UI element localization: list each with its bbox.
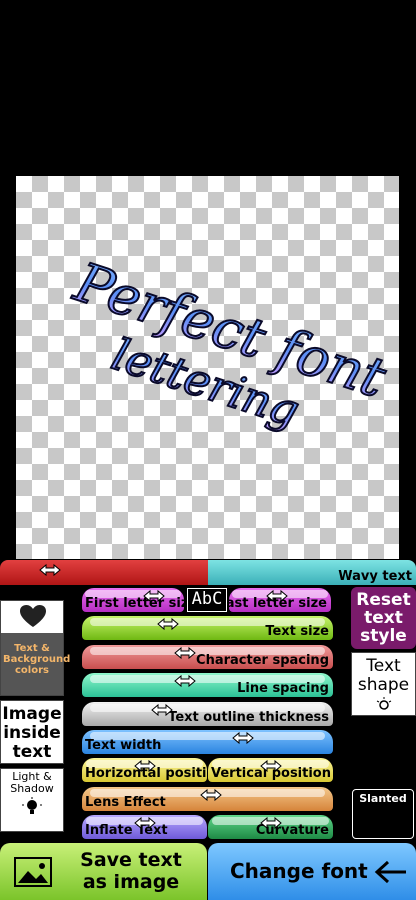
line-spacing-label: Line spacing — [237, 681, 329, 696]
horizontal-position-handle[interactable] — [133, 758, 157, 778]
text-size-slider[interactable]: Text size — [82, 616, 333, 640]
first-letter-size-label: First letter size — [85, 596, 184, 611]
image-icon — [14, 857, 52, 887]
change-font-label: Change font — [230, 859, 368, 883]
text-outline-thickness-label: Text outline thickness — [168, 710, 329, 725]
curvature-handle[interactable] — [259, 815, 283, 835]
abc-badge: AbC — [187, 588, 227, 612]
line-spacing-slider[interactable]: Line spacing — [82, 673, 333, 697]
text-size-handle[interactable] — [156, 616, 180, 636]
inflate-text-handle[interactable] — [133, 815, 157, 835]
save-text-label: Save text as image — [80, 849, 182, 893]
text-width-handle[interactable] — [231, 730, 255, 750]
change-font-button[interactable]: Change font — [208, 843, 416, 900]
wavy-text-label: Wavy text — [338, 569, 412, 584]
save-text-as-image-button[interactable]: Save text as image — [0, 843, 207, 900]
text-shape-label: Text shape — [357, 656, 410, 695]
image-inside-text-button[interactable]: Image inside text — [0, 700, 64, 764]
line-spacing-handle[interactable] — [173, 673, 197, 693]
text-width-slider[interactable]: Text width — [82, 730, 333, 754]
shape-gear-icon — [376, 697, 391, 710]
text-shape-button[interactable]: Text shape — [351, 652, 416, 716]
text-background-colors-button[interactable]: Text & Background colors — [0, 600, 70, 696]
vertical-position-handle[interactable] — [259, 758, 283, 778]
back-arrow-icon — [374, 860, 406, 884]
wavy-slider-handle[interactable] — [38, 562, 62, 582]
first-letter-handle[interactable] — [142, 588, 166, 608]
lightbulb-icon — [22, 797, 42, 814]
last-letter-handle[interactable] — [265, 588, 289, 608]
text-preview-canvas[interactable]: Perfect font lettering — [16, 176, 399, 559]
outline-thickness-handle[interactable] — [150, 702, 174, 722]
reset-text-style-button[interactable]: Reset text style — [351, 587, 416, 649]
light-shadow-label: Light & Shadow — [10, 770, 54, 795]
first-letter-size-slider[interactable]: First letter size — [82, 588, 184, 612]
wavy-text-slider[interactable]: Wavy text — [0, 560, 416, 585]
text-size-label: Text size — [265, 624, 329, 639]
slanted-toggle[interactable]: Slanted — [352, 789, 414, 839]
character-spacing-handle[interactable] — [173, 645, 197, 665]
slanted-label: Slanted — [359, 792, 407, 805]
heart-icon — [20, 605, 46, 627]
text-outline-thickness-slider[interactable]: Text outline thickness — [82, 702, 333, 726]
character-spacing-label: Character spacing — [196, 653, 329, 668]
character-spacing-slider[interactable]: Character spacing — [82, 645, 333, 669]
text-width-label: Text width — [85, 738, 162, 753]
lens-effect-label: Lens Effect — [85, 795, 166, 810]
light-shadow-button[interactable]: Light & Shadow — [0, 768, 64, 832]
colors-label: Text & Background colors — [1, 633, 70, 695]
lens-effect-handle[interactable] — [199, 787, 223, 807]
